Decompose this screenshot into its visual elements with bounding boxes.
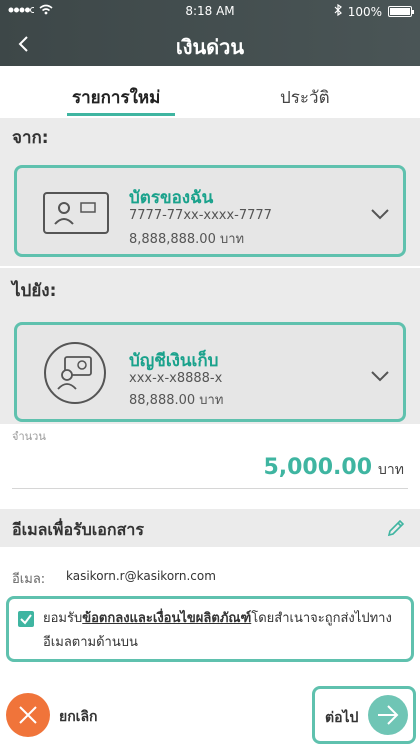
- cancel-label[interactable]: ยกเลิก: [59, 706, 98, 728]
- consent-box: ยอมรับข้อตกลงและเงื่อนไขผลิตภัณฑ์โดยสำเน…: [6, 596, 414, 662]
- amount-field[interactable]: 5,000.00 บาท: [263, 455, 404, 481]
- from-account-selector[interactable]: บัตรของฉัน 7777-77xx-xxxx-7777 8,888,888…: [14, 165, 406, 257]
- bluetooth-icon: [334, 3, 342, 19]
- pencil-icon[interactable]: [386, 518, 406, 538]
- email-label: อีเมล:: [12, 572, 46, 587]
- app-header: 8:18 AM 100% เงินด่วน: [0, 0, 420, 66]
- from-account-balance: 8,888,888.00 บาท: [129, 232, 245, 247]
- arrow-right-icon: [378, 705, 399, 725]
- tab-new-transaction[interactable]: รายการใหม่: [72, 84, 160, 111]
- from-account-number: 7777-77xx-xxxx-7777: [129, 208, 272, 223]
- chevron-down-icon: [371, 209, 389, 220]
- next-label[interactable]: ต่อไป: [325, 707, 358, 729]
- to-label: ไปยัง:: [0, 268, 420, 314]
- page-title: เงินด่วน: [175, 35, 245, 59]
- active-tab-indicator: [67, 113, 175, 116]
- from-label: จาก:: [0, 118, 420, 158]
- amount-value: 5,000.00: [263, 455, 373, 480]
- consent-checkbox[interactable]: [18, 611, 34, 627]
- from-account-name: บัตรของฉัน: [129, 188, 214, 208]
- checkmark-icon: [20, 614, 32, 625]
- amount-unit: บาท: [378, 462, 404, 478]
- email-section-header: อีเมลเพื่อรับเอกสาร: [0, 509, 420, 547]
- credit-card-icon: [43, 192, 109, 238]
- terms-link[interactable]: ข้อตกลงและเงื่อนไขผลิตภัณฑ์: [82, 611, 251, 626]
- status-bar: 8:18 AM 100%: [0, 0, 420, 22]
- next-button-wrapper[interactable]: ต่อไป: [312, 686, 416, 744]
- to-account-selector[interactable]: บัญชีเงินเก็บ xxx-x-x8888-x 88,888.00 บา…: [14, 322, 406, 422]
- to-account-name: บัญชีเงินเก็บ: [129, 351, 219, 371]
- chevron-down-icon: [371, 371, 389, 382]
- battery-percent: 100%: [347, 4, 382, 19]
- amount-divider: [12, 488, 408, 489]
- email-section-title: อีเมลเพื่อรับเอกสาร: [12, 520, 144, 539]
- consent-prefix: ยอมรับ: [43, 611, 83, 626]
- consent-text: ยอมรับข้อตกลงและเงื่อนไขผลิตภัณฑ์โดยสำเน…: [43, 607, 403, 655]
- battery-icon: [388, 6, 414, 17]
- tab-history[interactable]: ประวัติ: [280, 84, 330, 111]
- next-button[interactable]: [368, 695, 408, 735]
- email-value: kasikorn.r@kasikorn.com: [66, 569, 216, 583]
- savings-account-icon: [43, 341, 107, 409]
- status-right: 100%: [334, 3, 414, 19]
- cancel-button[interactable]: [6, 693, 50, 737]
- close-icon: [19, 706, 37, 724]
- tab-bar: รายการใหม่ ประวัติ: [0, 66, 420, 118]
- amount-label: จำนวน: [12, 430, 46, 443]
- to-account-number: xxx-x-x8888-x: [129, 371, 223, 386]
- to-account-balance: 88,888.00 บาท: [129, 393, 224, 408]
